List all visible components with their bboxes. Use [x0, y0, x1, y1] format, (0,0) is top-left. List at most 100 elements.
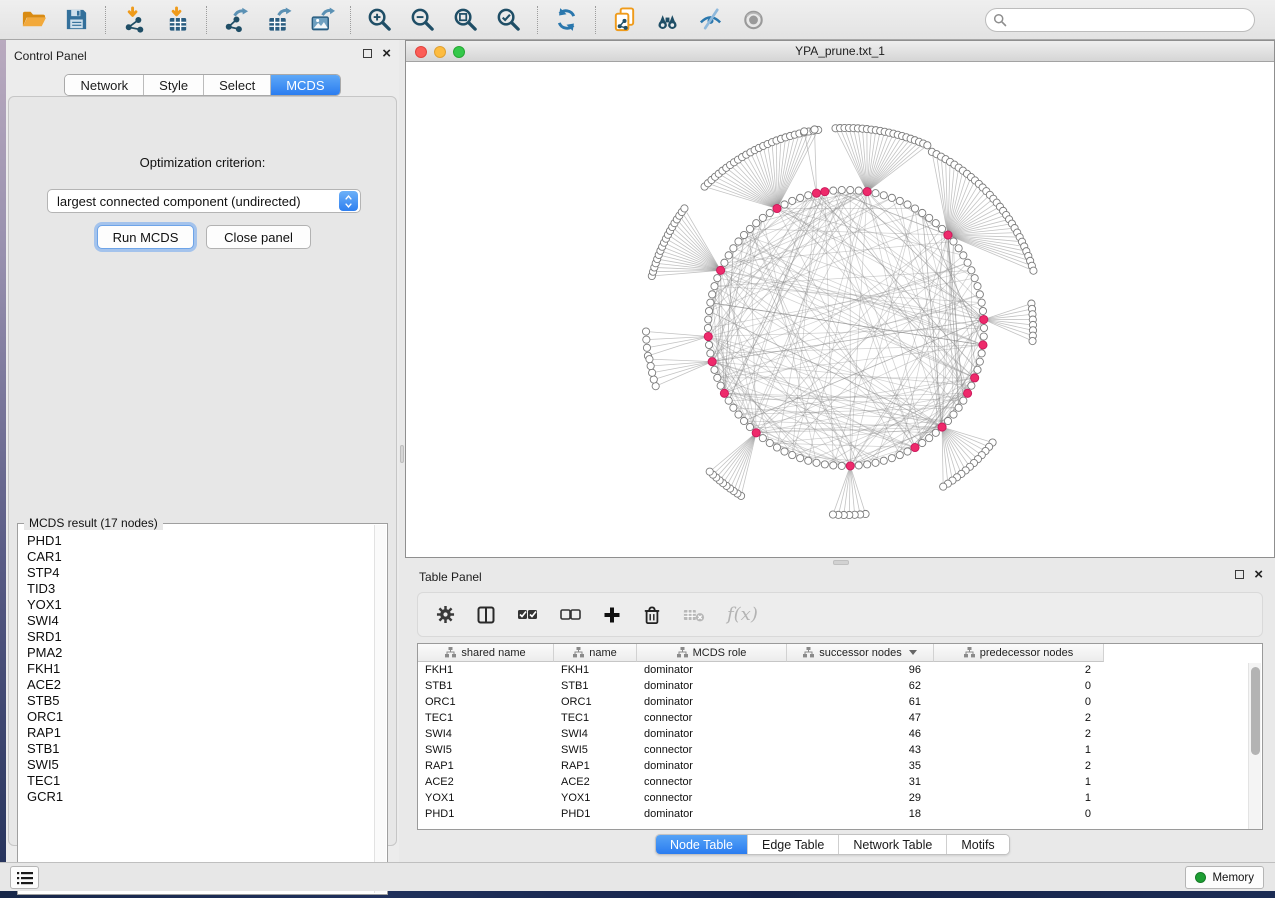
mcds-result-item[interactable]: TID3	[19, 581, 374, 597]
mcds-result-item[interactable]: RAP1	[19, 725, 374, 741]
mcds-result-item[interactable]: YOX1	[19, 597, 374, 613]
network-graph[interactable]	[406, 62, 1274, 557]
tab-network-table[interactable]: Network Table	[839, 835, 947, 854]
table-row[interactable]: PHD1PHD1dominator180	[418, 806, 1248, 822]
mcds-result-item[interactable]: STP4	[19, 565, 374, 581]
optimization-criterion-select[interactable]: largest connected component (undirected)	[47, 189, 361, 213]
mcds-result-item[interactable]: GCR1	[19, 789, 374, 805]
deselect-all-button[interactable]	[560, 606, 581, 623]
main-toolbar	[0, 0, 1275, 40]
table-settings-button[interactable]	[436, 605, 455, 624]
attribute-icon	[803, 647, 814, 658]
table-row[interactable]: YOX1YOX1connector291	[418, 790, 1248, 806]
column-header-successor-nodes[interactable]: successor nodes	[787, 644, 934, 662]
float-panel-icon[interactable]	[363, 49, 372, 58]
network-window-titlebar[interactable]: YPA_prune.txt_1	[406, 41, 1274, 62]
splitter-handle[interactable]	[400, 445, 404, 463]
zoom-in-button[interactable]	[358, 4, 401, 36]
cell: dominator	[637, 758, 787, 774]
mcds-result-item[interactable]: SWI5	[19, 757, 374, 773]
import-table-button[interactable]	[156, 4, 199, 36]
table-header-row: shared namenameMCDS rolesuccessor nodesp…	[418, 644, 1104, 662]
column-header-predecessor-nodes[interactable]: predecessor nodes	[934, 644, 1104, 662]
mcds-result-item[interactable]: SRD1	[19, 629, 374, 645]
table-row[interactable]: SWI5SWI5connector431	[418, 742, 1248, 758]
tab-node-table[interactable]: Node Table	[656, 835, 748, 854]
column-header-shared-name[interactable]: shared name	[418, 644, 554, 662]
search-input[interactable]	[985, 8, 1255, 32]
mcds-tab-content: Optimization criterion: largest connecte…	[8, 96, 397, 846]
apply-function-button-disabled[interactable]: f(x)	[727, 604, 758, 625]
tab-network[interactable]: Network	[65, 75, 144, 95]
close-table-panel-icon[interactable]: ×	[1254, 570, 1263, 579]
open-file-button[interactable]	[12, 4, 55, 36]
mcds-result-list[interactable]: PHD1CAR1STP4TID3YOX1SWI4SRD1PMA2FKH1ACE2…	[19, 533, 374, 893]
cell: SWI5	[554, 742, 637, 758]
mcds-result-item[interactable]: STB1	[19, 741, 374, 757]
cell: 29	[787, 790, 934, 806]
cell: 2	[934, 710, 1104, 726]
tab-style[interactable]: Style	[144, 75, 204, 95]
memory-button[interactable]: Memory	[1185, 866, 1264, 889]
import-network-button[interactable]	[113, 4, 156, 36]
hide-selected-button[interactable]	[689, 4, 732, 36]
mcds-result-item[interactable]: FKH1	[19, 661, 374, 677]
export-network-button[interactable]	[214, 4, 257, 36]
cell: dominator	[637, 678, 787, 694]
cell: 62	[787, 678, 934, 694]
delete-column-button[interactable]	[643, 605, 661, 625]
table-row[interactable]: TEC1TEC1connector472	[418, 710, 1248, 726]
mcds-list-scrollbar[interactable]	[374, 525, 386, 893]
mcds-result-item[interactable]: STB5	[19, 693, 374, 709]
delete-table-button-disabled[interactable]	[683, 607, 705, 623]
export-table-button[interactable]	[257, 4, 300, 36]
table-scrollbar[interactable]	[1248, 663, 1261, 829]
mcds-result-item[interactable]: PMA2	[19, 645, 374, 661]
mcds-result-item[interactable]: ACE2	[19, 677, 374, 693]
refresh-icon	[553, 6, 580, 33]
mcds-result-item[interactable]: CAR1	[19, 549, 374, 565]
table-row[interactable]: ORC1ORC1dominator610	[418, 694, 1248, 710]
cell: 1	[934, 774, 1104, 790]
tab-mcds[interactable]: MCDS	[271, 75, 339, 95]
table-scrollbar-thumb[interactable]	[1251, 667, 1260, 755]
status-bar: Memory	[0, 862, 1275, 891]
float-table-panel-icon[interactable]	[1235, 570, 1244, 579]
cell: ORC1	[554, 694, 637, 710]
add-column-button[interactable]	[603, 606, 621, 624]
select-all-button[interactable]	[517, 606, 538, 623]
plus-icon	[603, 606, 621, 624]
mcds-result-item[interactable]: SWI4	[19, 613, 374, 629]
mcds-result-item[interactable]: PHD1	[19, 533, 374, 549]
close-panel-icon[interactable]: ×	[382, 49, 391, 58]
table-row[interactable]: STB1STB1dominator620	[418, 678, 1248, 694]
log-console-button[interactable]	[10, 866, 39, 889]
mcds-result-item[interactable]: ORC1	[19, 709, 374, 725]
first-neighbors-button[interactable]	[646, 4, 689, 36]
export-image-button[interactable]	[300, 4, 343, 36]
zoom-selected-icon	[495, 6, 522, 33]
tab-motifs[interactable]: Motifs	[947, 835, 1008, 854]
attribute-icon	[573, 647, 584, 658]
table-row[interactable]: RAP1RAP1dominator352	[418, 758, 1248, 774]
zoom-out-button[interactable]	[401, 4, 444, 36]
zoom-selected-button[interactable]	[487, 4, 530, 36]
zoom-fit-button[interactable]	[444, 4, 487, 36]
mcds-result-item[interactable]: TEC1	[19, 773, 374, 789]
clone-network-button[interactable]	[603, 4, 646, 36]
close-panel-button[interactable]: Close panel	[206, 225, 311, 249]
column-header-MCDS-role[interactable]: MCDS role	[637, 644, 787, 662]
show-column-panel-button[interactable]	[477, 606, 495, 624]
table-row[interactable]: SWI4SWI4dominator462	[418, 726, 1248, 742]
binoculars-icon	[654, 6, 681, 33]
column-header-name[interactable]: name	[554, 644, 637, 662]
run-mcds-button[interactable]: Run MCDS	[97, 225, 194, 249]
table-row[interactable]: FKH1FKH1dominator962	[418, 662, 1248, 678]
save-session-button[interactable]	[55, 4, 98, 36]
table-row[interactable]: ACE2ACE2connector311	[418, 774, 1248, 790]
tab-edge-table[interactable]: Edge Table	[748, 835, 839, 854]
horizontal-splitter-handle[interactable]	[833, 560, 849, 565]
tab-select[interactable]: Select	[204, 75, 271, 95]
show-all-button[interactable]	[732, 4, 775, 36]
refresh-layout-button[interactable]	[545, 4, 588, 36]
